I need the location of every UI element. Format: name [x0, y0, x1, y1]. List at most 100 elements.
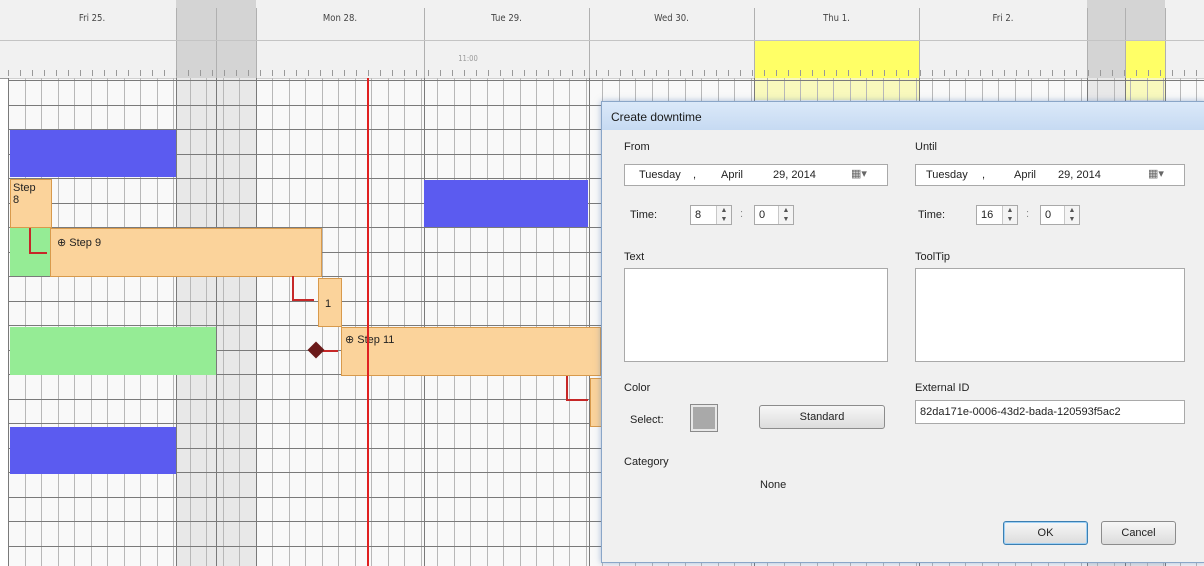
tick: [1184, 70, 1185, 76]
tick: [908, 70, 909, 76]
tick: [512, 70, 513, 76]
from-label: From: [624, 141, 650, 153]
tick: [80, 70, 81, 76]
downtime-block: [10, 130, 176, 177]
tick: [272, 70, 273, 76]
tick: [860, 70, 861, 76]
cancel-button[interactable]: Cancel: [1101, 521, 1176, 545]
tick: [368, 70, 369, 76]
grid-vline: [520, 78, 521, 566]
grid-day-line: [216, 78, 217, 566]
external-id-value[interactable]: 82da171e-0006-43d2-bada-120593f5ac2: [920, 406, 1121, 418]
spinner-arrows-icon[interactable]: ▲ ▼: [716, 206, 731, 224]
downtime-block: [10, 427, 176, 474]
color-swatch[interactable]: [690, 404, 718, 432]
tick: [284, 70, 285, 76]
dependency-line: [29, 252, 47, 254]
tick: [644, 70, 645, 76]
spinner-arrows-icon[interactable]: ▲ ▼: [778, 206, 793, 224]
tooltip-input[interactable]: [915, 268, 1185, 362]
category-value[interactable]: None: [760, 479, 786, 491]
tick: [248, 70, 249, 76]
tick: [620, 70, 621, 76]
from-hour-spinner[interactable]: 8 ▲ ▼: [690, 205, 732, 225]
tick: [1052, 70, 1053, 76]
tick: [632, 70, 633, 76]
until-month[interactable]: April: [1014, 169, 1036, 181]
day-label: Fri 2.: [992, 13, 1014, 24]
task-step-11: ⊕ Step 11: [341, 327, 601, 376]
tooltip-label: ToolTip: [915, 251, 951, 263]
until-time-label: Time:: [918, 209, 946, 221]
tick: [872, 70, 873, 76]
tick: [68, 70, 69, 76]
grid-day-line: [176, 78, 177, 566]
tick: [608, 70, 609, 76]
from-day-year[interactable]: 29, 2014: [773, 169, 816, 181]
tick: [728, 70, 729, 76]
calendar-dropdown-icon[interactable]: ▦▾: [1148, 167, 1164, 180]
from-date-picker[interactable]: Tuesday , April 29, 2014 ▦▾: [624, 164, 888, 186]
tick: [884, 70, 885, 76]
tick: [20, 70, 21, 76]
tick: [332, 70, 333, 76]
tick: [740, 70, 741, 76]
day-separator: [176, 8, 177, 78]
dependency-line: [566, 376, 568, 400]
from-minute-spinner[interactable]: 0 ▲ ▼: [754, 205, 794, 225]
until-hour-spinner[interactable]: 16 ▲ ▼: [976, 205, 1018, 225]
tick: [584, 70, 585, 76]
until-minute-spinner[interactable]: 0 ▲ ▼: [1040, 205, 1080, 225]
tick: [764, 70, 765, 76]
until-minute-value[interactable]: 0: [1045, 209, 1051, 221]
task-label: 1: [325, 298, 332, 310]
tick: [176, 70, 177, 76]
grid-vline: [371, 78, 372, 566]
tick: [164, 70, 165, 76]
until-label: Until: [915, 141, 938, 153]
tick: [800, 70, 801, 76]
tick: [8, 70, 9, 76]
grid-vline: [503, 78, 504, 566]
task-label: ⊕ Step 11: [345, 334, 395, 346]
tick: [752, 70, 753, 76]
day-separator: [754, 8, 755, 78]
external-id-input[interactable]: 82da171e-0006-43d2-bada-120593f5ac2: [915, 400, 1185, 424]
tick: [392, 70, 393, 76]
spinner-arrows-icon[interactable]: ▲ ▼: [1002, 206, 1017, 224]
grid-day-line: [8, 78, 9, 566]
external-id-label: External ID: [915, 382, 970, 394]
tick: [320, 70, 321, 76]
tick: [836, 70, 837, 76]
today-line: [367, 78, 369, 566]
from-hour-value[interactable]: 8: [695, 209, 701, 221]
from-month[interactable]: April: [721, 169, 743, 181]
tick: [416, 70, 417, 76]
until-weekday[interactable]: Tuesday: [926, 169, 968, 181]
grid-vline: [536, 78, 537, 566]
until-hour-value[interactable]: 16: [981, 209, 993, 221]
calendar-dropdown-icon[interactable]: ▦▾: [851, 167, 867, 180]
tick: [260, 70, 261, 76]
tick: [812, 70, 813, 76]
tick: [668, 70, 669, 76]
from-weekday[interactable]: Tuesday: [639, 169, 681, 181]
from-minute-value[interactable]: 0: [759, 209, 765, 221]
tick: [404, 70, 405, 76]
tick: [1064, 70, 1065, 76]
spinner-arrows-icon[interactable]: ▲ ▼: [1064, 206, 1079, 224]
tick: [1076, 70, 1077, 76]
until-date-picker[interactable]: Tuesday , April 29, 2014 ▦▾: [915, 164, 1185, 186]
text-input[interactable]: [624, 268, 888, 362]
tick: [428, 70, 429, 76]
task-step-8: Step 8: [10, 179, 52, 228]
tick: [380, 70, 381, 76]
standard-button[interactable]: Standard: [759, 405, 885, 429]
until-day-year[interactable]: 29, 2014: [1058, 169, 1101, 181]
ok-button[interactable]: OK: [1003, 521, 1088, 545]
tick: [212, 70, 213, 76]
tick: [1040, 70, 1041, 76]
tick: [596, 70, 597, 76]
tick: [788, 70, 789, 76]
tick: [956, 70, 957, 76]
